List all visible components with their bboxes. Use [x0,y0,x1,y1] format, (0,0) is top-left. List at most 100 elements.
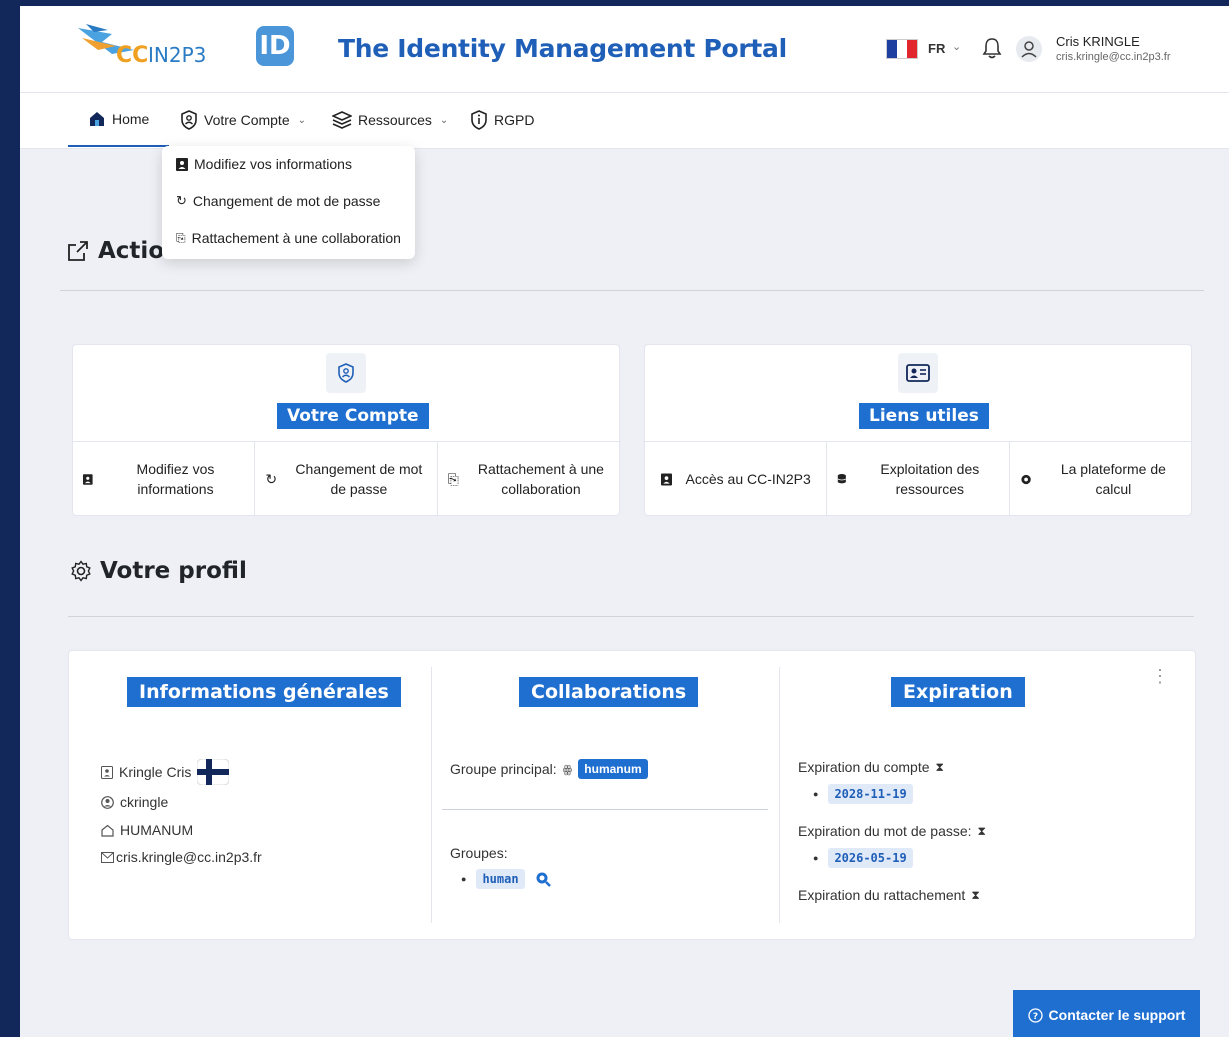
login: ckringle [120,794,169,810]
dropdown-item-label: Rattachement à une collaboration [191,230,401,246]
hourglass-icon: ⧗ [977,823,986,838]
svg-text:CC: CC [116,43,148,68]
user-icon [1021,41,1037,58]
refresh-icon: ↻ [265,471,278,487]
contact-card-icon [660,473,672,485]
dropdown-item-label: Modifiez vos informations [194,156,352,172]
groups-label: Groupes: [450,845,508,861]
attachment-expiration-line: Expiration du rattachement ⧗ [798,887,980,903]
nav-rgpd-label: RGPD [494,112,535,128]
ccin2p3-logo[interactable]: CC IN2P3 [72,20,242,72]
liens-card: Liens utiles Accès au CC-IN2P3 Exploitat… [644,344,1192,516]
organization-line: HUMANUM [101,822,193,838]
account-expiration-date: 2028-11-19 [828,784,913,804]
nav-votre-compte[interactable]: Votre Compte ⌄ [180,93,306,147]
password-expiration-line: Expiration du mot de passe: ⧗ [798,823,986,839]
dropdown-item-modifiez[interactable]: Modifiez vos informations [176,154,352,174]
profile-title: Votre profil [70,558,247,584]
cell-password[interactable]: ↻ Changement de mot de passe [255,442,438,516]
cell-plateforme[interactable]: La plateforme de calcul [1010,442,1191,516]
paperclip-icon: ⎘ [447,471,459,487]
id-logo: ID [256,26,294,66]
user-name[interactable]: Cris KRINGLE [1056,34,1140,49]
login-line: ckringle [101,794,168,810]
external-link-icon [68,241,88,261]
cell-label: La plateforme de calcul [1060,461,1166,497]
bell-icon[interactable] [981,36,1003,60]
svg-text:?: ? [1032,1012,1037,1022]
group-tag[interactable]: human [476,869,525,889]
user-email: cris.kringle@cc.in2p3.fr [1056,51,1171,63]
group-icon: ꙮ [562,763,573,776]
nav-votre-compte-label: Votre Compte [204,112,290,128]
cell-label: Changement de mot de passe [295,461,423,497]
nav-rgpd[interactable]: RGPD [470,93,534,147]
hourglass-icon: ⧗ [971,887,980,902]
expiration-badge: Expiration [891,677,1025,707]
group-item: ● human [461,869,551,889]
email-line: cris.kringle@cc.in2p3.fr [101,849,262,865]
layers-icon [332,111,352,129]
contact-card-icon [176,157,188,171]
avatar[interactable] [1016,36,1042,62]
contact-support-button[interactable]: ? Contacter le support [1013,990,1200,1037]
language-selector[interactable]: FR [928,41,945,56]
chevron-down-icon[interactable]: ⌄ [952,40,961,53]
chevron-down-icon: ⌄ [297,114,306,126]
profile-card: ⋮ Informations générales Kringle Cris ck… [68,650,1196,940]
chevron-down-icon: ⌄ [439,114,449,126]
cell-rattachement[interactable]: ⎘ Rattachement à une collaboration [438,442,619,516]
account-expiration-line: Expiration du compte ⧗ [798,759,944,775]
gear-icon [71,560,91,582]
portal-title: The Identity Management Portal [338,34,787,63]
account-expiration-date-line: ● 2028-11-19 [813,784,913,804]
account-expiration-label: Expiration du compte [798,759,930,775]
contact-card-icon [83,473,93,485]
nav-home-label: Home [112,111,150,127]
collaborations-badge: Collaborations [519,677,699,707]
id-card-icon [898,353,938,393]
database-icon [837,474,847,484]
bullet: ● [461,874,467,884]
nav-home[interactable]: Home [68,93,170,147]
main-group-line: Groupe principal: ꙮ humanum [450,759,648,779]
more-options-icon[interactable]: ⋮ [1151,667,1169,685]
nav-ressources-label: Ressources [358,112,432,128]
dropdown-item-password[interactable]: ↻ Changement de mot de passe [176,191,380,211]
user-circle-icon [101,795,114,809]
cpu-icon [1021,474,1031,484]
general-badge: Informations générales [127,677,401,707]
divider [68,616,1194,617]
column-separator [431,667,432,923]
liens-badge: Liens utiles [859,403,989,429]
cell-label: Exploitation des ressources [880,461,980,497]
search-zoom-icon[interactable] [535,871,551,887]
main-group-label: Groupe principal: [450,761,557,777]
main-group-tag: humanum [578,759,648,779]
paperclip-icon: ⎘ [176,230,186,245]
cell-label: Accès au CC-IN2P3 [685,471,811,487]
bullet: ● [813,853,819,863]
french-flag-icon[interactable] [886,39,918,59]
app-frame: CC IN2P3 ID The Identity Management Port… [20,6,1229,1037]
cell-exploitation[interactable]: Exploitation des ressources [827,442,1010,516]
compte-card: Votre Compte Modifiez vos informations ↻… [72,344,620,516]
dropdown-item-rattachement[interactable]: ⎘ Rattachement à une collaboration [176,228,401,248]
cell-acces[interactable]: Accès au CC-IN2P3 [645,442,828,516]
nav-ressources[interactable]: Ressources ⌄ [332,93,448,147]
cell-modifiez[interactable]: Modifiez vos informations [73,442,256,516]
home-icon [90,112,104,126]
envelope-icon [101,851,114,863]
shield-user-icon [181,110,197,130]
profile-title-text: Votre profil [100,558,247,584]
compte-badge: Votre Compte [277,403,429,429]
divider [442,809,768,810]
full-name: Kringle Cris [119,764,192,780]
attachment-expiration-label: Expiration du rattachement [798,887,966,903]
email: cris.kringle@cc.in2p3.fr [116,849,262,865]
column-separator [779,667,780,923]
shield-info-icon [471,110,487,130]
liens-cells: Accès au CC-IN2P3 Exploitation des resso… [645,441,1191,516]
cell-label: Modifiez vos informations [136,461,215,497]
help-circle-icon: ? [1027,1007,1043,1023]
